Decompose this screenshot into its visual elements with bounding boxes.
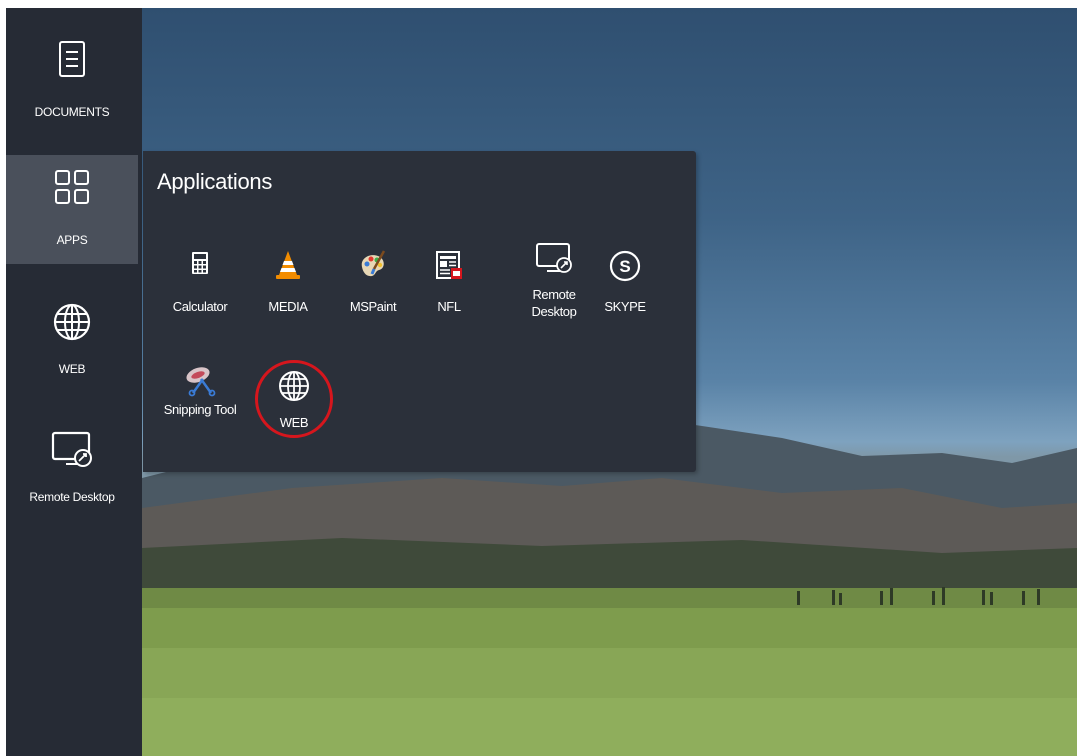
app-snipping-tool[interactable]: Snipping Tool [164,363,237,453]
document-icon [6,40,138,78]
app-calculator[interactable]: Calculator [165,251,235,321]
remote-desktop-icon [519,241,589,277]
scissors-icon [165,363,235,397]
app-label: Snipping Tool [163,402,237,417]
calculator-icon [165,251,235,275]
screen-frame: DOCUMENTS APPS WEB Remote Desktop Applic… [6,8,1077,756]
sidebar-item-label: WEB [58,362,86,376]
vlc-cone-icon [253,249,323,281]
sidebar-item-label: DOCUMENTS [34,105,110,119]
app-label: Calculator [172,299,228,314]
app-label: MEDIA [268,299,308,314]
app-label: WEB [279,415,309,430]
app-mspaint[interactable]: MSPaint [338,249,408,321]
app-label: Remote Desktop [531,287,577,319]
skype-icon: S [590,249,660,283]
app-nfl[interactable]: NFL [414,249,484,321]
remote-desktop-icon [6,430,138,470]
sidebar-item-apps[interactable]: APPS [6,155,138,264]
app-remote-desktop[interactable]: Remote Desktop [519,241,589,331]
paint-palette-icon [338,249,408,281]
apps-grid-icon [6,169,138,205]
sidebar-item-label: APPS [56,233,88,247]
sidebar: DOCUMENTS APPS WEB Remote Desktop [6,8,142,756]
app-web[interactable]: WEB [259,369,329,439]
sidebar-item-documents[interactable]: DOCUMENTS [6,8,138,154]
app-label: SKYPE [604,299,646,314]
globe-icon [259,369,329,403]
app-label: NFL [437,299,461,314]
nfl-news-icon [414,249,484,281]
sidebar-item-remote-desktop[interactable]: Remote Desktop [6,418,138,508]
sidebar-item-web[interactable]: WEB [6,288,138,388]
sidebar-item-label: Remote Desktop [29,490,115,504]
app-media[interactable]: MEDIA [253,249,323,321]
panel-title: Applications [157,169,273,194]
applications-panel: Applications Calculator MEDIA MSPaint NF… [143,151,696,472]
app-skype[interactable]: S SKYPE [590,249,660,321]
globe-icon [6,302,138,342]
app-label: MSPaint [349,299,397,314]
svg-text:S: S [619,257,630,276]
